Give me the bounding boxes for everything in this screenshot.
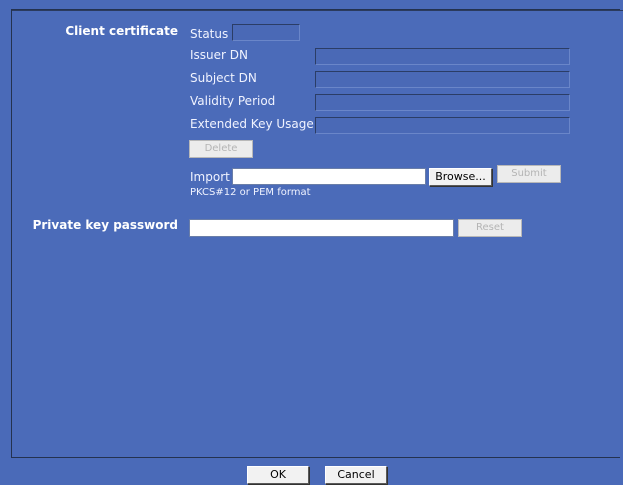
validity-period-label: Validity Period — [190, 94, 276, 108]
ok-button[interactable]: OK — [247, 466, 309, 484]
private-key-password-input[interactable] — [189, 219, 454, 237]
status-field — [232, 24, 300, 41]
status-label: Status — [190, 27, 229, 41]
footer-bar — [0, 461, 623, 485]
client-certificate-heading: Client certificate — [65, 24, 178, 38]
private-key-password-heading: Private key password — [32, 218, 178, 232]
validity-period-field — [315, 94, 570, 111]
extended-key-usage-field — [315, 117, 570, 134]
issuer-dn-field — [315, 48, 570, 65]
issuer-dn-label: Issuer DN — [190, 48, 248, 62]
subject-dn-label: Subject DN — [190, 71, 257, 85]
subject-dn-field — [315, 71, 570, 88]
reset-button[interactable]: Reset — [458, 219, 522, 237]
import-file-input[interactable] — [232, 168, 426, 185]
extended-key-usage-label: Extended Key Usage — [190, 117, 314, 131]
panel-top-border — [12, 10, 623, 11]
browse-button[interactable]: Browse... — [429, 168, 492, 186]
cancel-button[interactable]: Cancel — [325, 466, 387, 484]
format-hint: PKCS#12 or PEM format — [190, 187, 311, 198]
delete-button[interactable]: Delete — [189, 140, 253, 158]
import-label: Import — [190, 170, 230, 184]
submit-button[interactable]: Submit — [497, 165, 561, 183]
